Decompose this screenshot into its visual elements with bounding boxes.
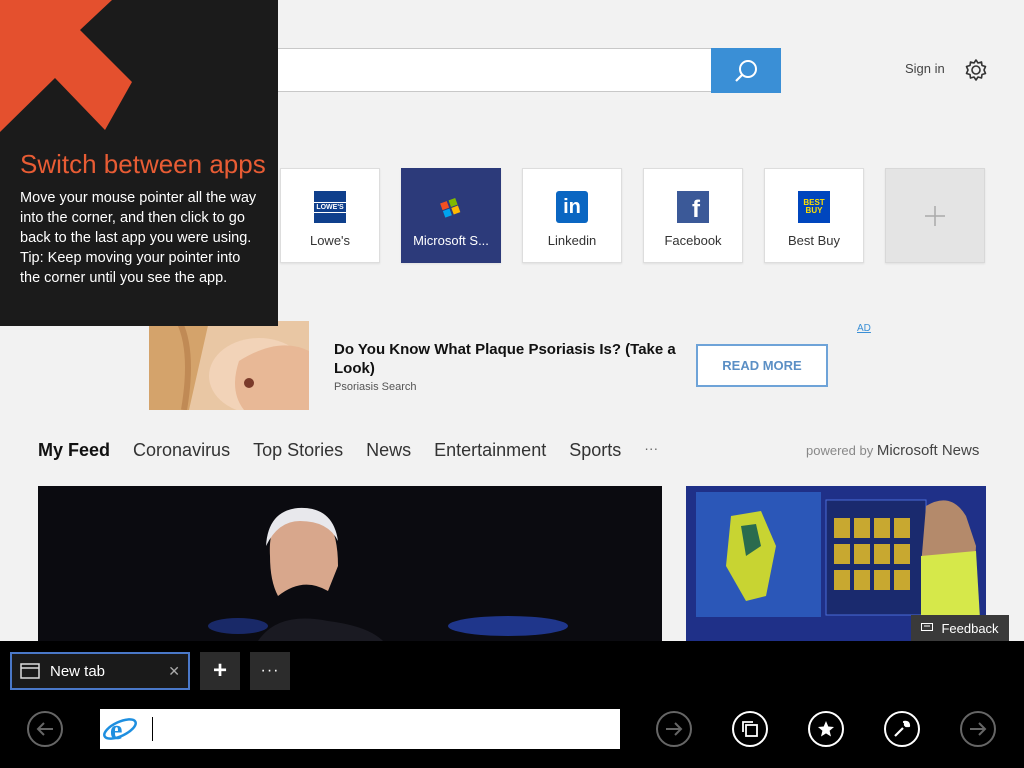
arrow-right-icon bbox=[666, 722, 683, 736]
close-tab-icon[interactable]: ✕ bbox=[168, 663, 180, 680]
lowes-logo-icon: LOWE'S bbox=[313, 191, 347, 223]
page-icon bbox=[20, 663, 40, 679]
gear-icon bbox=[965, 59, 987, 81]
corner-arrow-icon bbox=[0, 0, 132, 132]
ad-image[interactable] bbox=[149, 321, 309, 410]
tab-my-feed[interactable]: My Feed bbox=[38, 440, 110, 461]
tab-more[interactable]: ··· bbox=[644, 440, 658, 461]
tile-label: Lowe's bbox=[309, 233, 351, 248]
tabs-button[interactable] bbox=[732, 711, 768, 747]
tile-label: Best Buy bbox=[787, 233, 841, 248]
feedback-icon bbox=[921, 623, 934, 631]
tile-facebook[interactable]: f Facebook bbox=[643, 168, 743, 263]
tile-linkedin[interactable]: in Linkedin bbox=[522, 168, 622, 263]
feedback-label: Feedback bbox=[941, 620, 999, 636]
settings-button[interactable] bbox=[963, 57, 989, 83]
tile-microsoft-store[interactable]: Microsoft S... bbox=[401, 168, 501, 263]
wrench-icon bbox=[894, 720, 911, 737]
arrow-left-icon bbox=[36, 722, 53, 736]
tile-label: Linkedin bbox=[547, 233, 597, 248]
search-button[interactable] bbox=[711, 48, 781, 93]
tab-entertainment[interactable]: Entertainment bbox=[434, 440, 546, 461]
arrow-right-icon bbox=[970, 722, 987, 736]
news-card-main[interactable] bbox=[38, 486, 662, 641]
microsoft-store-icon bbox=[435, 191, 467, 223]
svg-text:e: e bbox=[110, 715, 122, 746]
plus-icon bbox=[925, 205, 945, 226]
tip-hint: Tip: Keep moving your pointer into the c… bbox=[20, 250, 241, 286]
tab-news[interactable]: News bbox=[366, 440, 411, 461]
tabs-icon bbox=[742, 721, 758, 737]
tip-body: Move your mouse pointer all the way into… bbox=[20, 188, 260, 288]
ad-choices-icon[interactable]: AD bbox=[857, 323, 871, 334]
tip-text: Move your mouse pointer all the way into… bbox=[20, 190, 257, 246]
back-button[interactable] bbox=[27, 711, 63, 747]
address-bar[interactable]: e bbox=[100, 709, 620, 749]
powered-by: powered by Microsoft News bbox=[806, 442, 980, 459]
tile-bestbuy[interactable]: BEST BUY Best Buy bbox=[764, 168, 864, 263]
tab-top-stories[interactable]: Top Stories bbox=[253, 440, 343, 461]
microsoft-news-brand[interactable]: Microsoft News bbox=[877, 442, 980, 459]
favorites-button[interactable] bbox=[808, 711, 844, 747]
tile-lowes[interactable]: LOWE'S Lowe's bbox=[280, 168, 380, 263]
go-button[interactable] bbox=[656, 711, 692, 747]
new-tab-button[interactable]: + bbox=[200, 652, 240, 690]
tile-label: Microsoft S... bbox=[413, 233, 489, 248]
page-tools-button[interactable] bbox=[884, 711, 920, 747]
feed-tabs: My Feed Coronavirus Top Stories News Ent… bbox=[38, 440, 681, 461]
search-input[interactable] bbox=[260, 48, 712, 92]
tab-new-tab[interactable]: New tab ✕ bbox=[10, 652, 190, 690]
bestbuy-icon: BEST BUY bbox=[798, 191, 830, 223]
ie-logo-icon: e bbox=[103, 715, 137, 746]
ad-source: Psoriasis Search bbox=[334, 381, 417, 393]
tab-sports[interactable]: Sports bbox=[569, 440, 621, 461]
tile-label: Facebook bbox=[664, 233, 722, 248]
ad-title[interactable]: Do You Know What Plaque Psoriasis Is? (T… bbox=[334, 340, 694, 378]
address-input[interactable] bbox=[152, 717, 153, 741]
forward-button[interactable] bbox=[960, 711, 996, 747]
star-icon bbox=[818, 721, 834, 737]
feedback-button[interactable]: Feedback bbox=[911, 615, 1009, 641]
tab-coronavirus[interactable]: Coronavirus bbox=[133, 440, 230, 461]
tab-options-button[interactable]: ··· bbox=[250, 652, 290, 690]
sign-in-link[interactable]: Sign in bbox=[905, 61, 945, 76]
tab-label: New tab bbox=[50, 662, 106, 680]
linkedin-icon: in bbox=[556, 191, 588, 223]
ad-choice-label: AD bbox=[857, 323, 871, 334]
facebook-icon: f bbox=[677, 191, 709, 223]
read-more-button[interactable]: READ MORE bbox=[696, 344, 828, 387]
tip-title: Switch between apps bbox=[20, 149, 266, 179]
add-tile-button[interactable] bbox=[885, 168, 985, 263]
search-icon bbox=[735, 59, 757, 82]
